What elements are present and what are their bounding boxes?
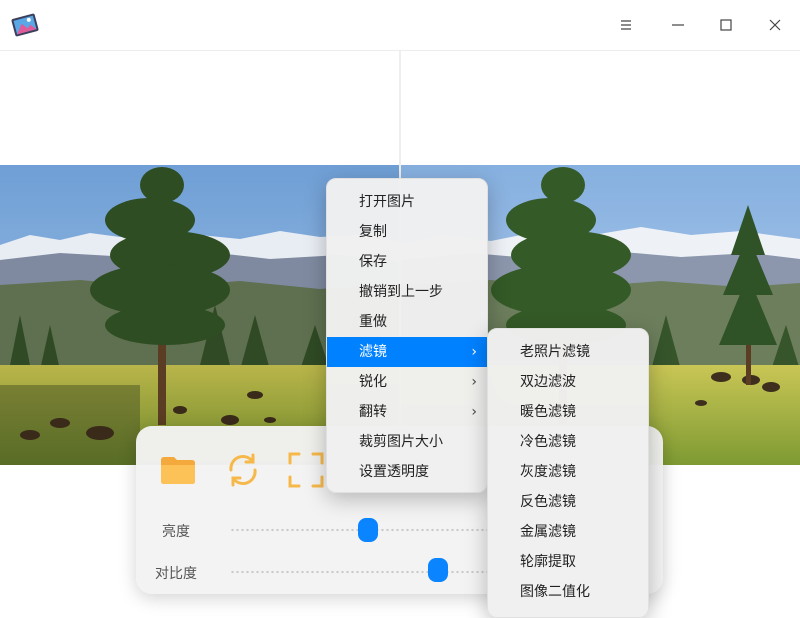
- submenu-item-warm[interactable]: 暖色滤镜: [488, 397, 648, 427]
- submenu-item-bilateral[interactable]: 双边滤波: [488, 367, 648, 397]
- menu-item-label: 滤镜: [359, 344, 387, 360]
- chevron-right-icon: ›: [471, 404, 477, 420]
- menu-item-copy[interactable]: 复制: [327, 217, 487, 247]
- menu-icon[interactable]: [611, 10, 641, 40]
- contrast-label: 对比度: [155, 566, 197, 582]
- menu-item-undo[interactable]: 撤销到上一步: [327, 277, 487, 307]
- menu-item-opacity[interactable]: 设置透明度: [327, 457, 487, 487]
- chevron-right-icon: ›: [471, 344, 477, 360]
- submenu-item-metal[interactable]: 金属滤镜: [488, 517, 648, 547]
- submenu-item-label: 图像二值化: [520, 584, 590, 600]
- context-menu: 打开图片 复制 保存 撤销到上一步 重做 滤镜 › 锐化 › 翻转 › 裁剪图片大小 …: [326, 178, 488, 493]
- submenu-item-label: 老照片滤镜: [520, 344, 590, 360]
- brightness-slider-thumb[interactable]: [358, 518, 378, 542]
- submenu-item-label: 暖色滤镜: [520, 404, 576, 420]
- title-bar: [0, 0, 800, 51]
- split-divider[interactable]: [399, 51, 401, 181]
- submenu-item-label: 反色滤镜: [520, 494, 576, 510]
- submenu-item-contour[interactable]: 轮廓提取: [488, 547, 648, 577]
- submenu-item-label: 双边滤波: [520, 374, 576, 390]
- menu-item-label: 重做: [359, 314, 387, 330]
- contrast-slider-thumb[interactable]: [428, 558, 448, 582]
- menu-item-label: 复制: [359, 224, 387, 240]
- submenu-item-label: 轮廓提取: [520, 554, 576, 570]
- filter-submenu: 老照片滤镜 双边滤波 暖色滤镜 冷色滤镜 灰度滤镜 反色滤镜 金属滤镜 轮廓提取…: [487, 328, 649, 618]
- menu-item-label: 翻转: [359, 404, 387, 420]
- menu-item-filter[interactable]: 滤镜 ›: [327, 337, 487, 367]
- menu-item-label: 保存: [359, 254, 387, 270]
- refresh-icon[interactable]: [223, 450, 263, 490]
- menu-item-save[interactable]: 保存: [327, 247, 487, 277]
- maximize-icon[interactable]: [711, 10, 741, 40]
- brightness-label: 亮度: [162, 524, 190, 540]
- submenu-item-label: 冷色滤镜: [520, 434, 576, 450]
- submenu-item-label: 灰度滤镜: [520, 464, 576, 480]
- submenu-item-label: 金属滤镜: [520, 524, 576, 540]
- menu-item-redo[interactable]: 重做: [327, 307, 487, 337]
- menu-item-label: 设置透明度: [359, 464, 429, 480]
- menu-item-open-image[interactable]: 打开图片: [327, 187, 487, 217]
- menu-item-label: 撤销到上一步: [359, 284, 443, 300]
- menu-item-label: 锐化: [359, 374, 387, 390]
- submenu-item-grayscale[interactable]: 灰度滤镜: [488, 457, 648, 487]
- menu-item-flip[interactable]: 翻转 ›: [327, 397, 487, 427]
- submenu-item-binarize[interactable]: 图像二值化: [488, 577, 648, 607]
- minimize-icon[interactable]: [663, 10, 693, 40]
- menu-item-label: 打开图片: [359, 194, 415, 210]
- chevron-right-icon: ›: [471, 374, 477, 390]
- menu-item-crop[interactable]: 裁剪图片大小: [327, 427, 487, 457]
- submenu-item-invert[interactable]: 反色滤镜: [488, 487, 648, 517]
- menu-item-label: 裁剪图片大小: [359, 434, 443, 450]
- close-icon[interactable]: [760, 10, 790, 40]
- fullscreen-icon[interactable]: [286, 450, 326, 490]
- folder-icon[interactable]: [158, 450, 198, 490]
- submenu-item-old-photo[interactable]: 老照片滤镜: [488, 337, 648, 367]
- submenu-item-cool[interactable]: 冷色滤镜: [488, 427, 648, 457]
- app-icon: [10, 10, 40, 40]
- menu-item-sharpen[interactable]: 锐化 ›: [327, 367, 487, 397]
